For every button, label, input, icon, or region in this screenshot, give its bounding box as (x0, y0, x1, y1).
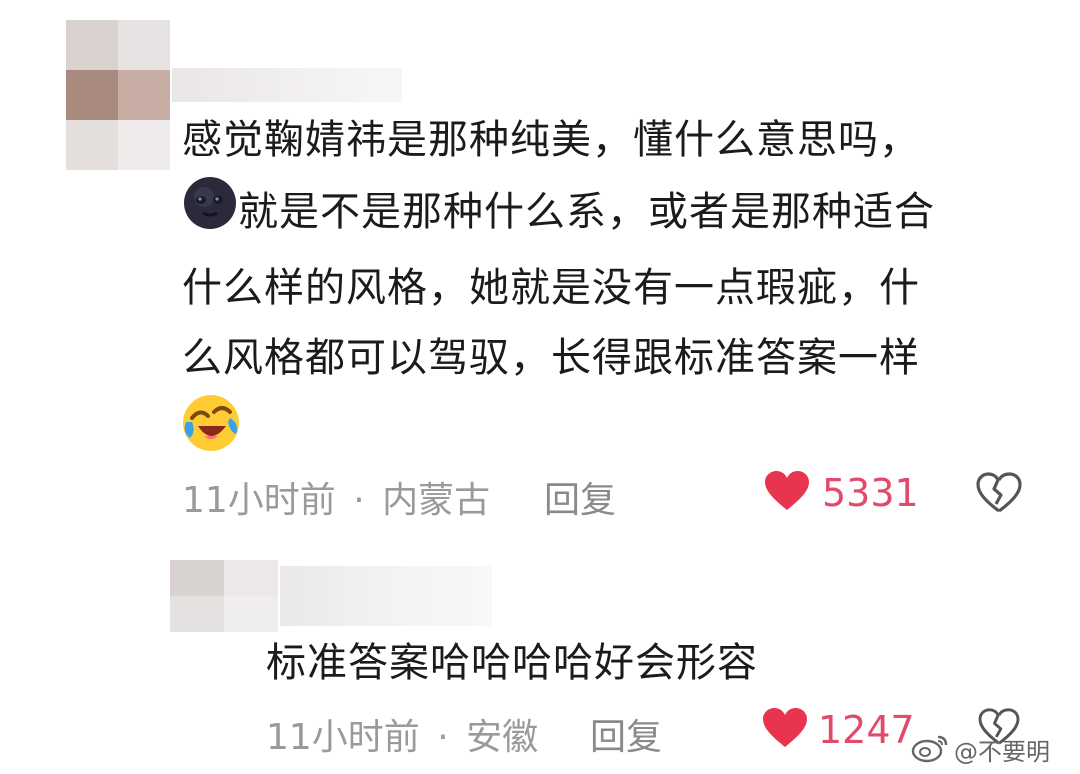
meta-separator: · (353, 480, 365, 521)
blurred-avatar[interactable] (170, 560, 278, 632)
weibo-logo-icon (910, 733, 950, 767)
blurred-username[interactable] (280, 566, 492, 626)
comment-2-like-button[interactable]: 1247 (762, 707, 915, 753)
comment-2-like-count: 1247 (818, 708, 915, 752)
heart-filled-icon (762, 707, 808, 753)
blurred-username[interactable] (172, 68, 402, 102)
comment-1-reply-button[interactable]: 回复 (544, 471, 616, 523)
comment-1-text: 感觉鞠婧祎是那种纯美，懂什么意思吗， 就是不是那种什么系，或者是那种适合 什么样… (182, 105, 935, 393)
comment-1-like-button[interactable]: 5331 (764, 470, 919, 516)
comment-2-meta: 11小时前 · 安徽 (266, 708, 538, 760)
comment-2-reply-button[interactable]: 回复 (590, 708, 662, 760)
blurred-avatar[interactable] (66, 20, 170, 170)
dark-moon-face-icon (182, 175, 238, 253)
meta-separator: · (437, 717, 449, 758)
comment-1-location: 内蒙古 (382, 480, 491, 521)
comment-1-meta: 11小时前 · 内蒙古 (182, 471, 490, 523)
comment-1-line-3: 什么样的风格，她就是没有一点瑕疵，什 (182, 265, 920, 311)
comment-2-text: 标准答案哈哈哈哈好会形容 (266, 640, 758, 686)
weibo-watermark: @不要明 (910, 732, 1050, 767)
comment-1-dislike-button[interactable] (976, 472, 1022, 518)
heart-filled-icon (764, 470, 810, 516)
comment-1-line-1: 感觉鞠婧祎是那种纯美，懂什么意思吗， (182, 117, 920, 163)
rofl-crying-laughing-icon (180, 392, 242, 458)
comment-1-time: 11小时前 (182, 480, 336, 521)
comment-1-line-4: 么风格都可以驾驭，长得跟标准答案一样 (182, 335, 920, 381)
watermark-text: @不要明 (954, 738, 1050, 766)
comment-2-time: 11小时前 (266, 717, 420, 758)
comment-1-like-count: 5331 (822, 471, 919, 515)
broken-heart-icon (976, 472, 1022, 518)
comment-1-line-2: 就是不是那种什么系，或者是那种适合 (238, 189, 935, 235)
comment-2-location: 安徽 (466, 717, 539, 758)
